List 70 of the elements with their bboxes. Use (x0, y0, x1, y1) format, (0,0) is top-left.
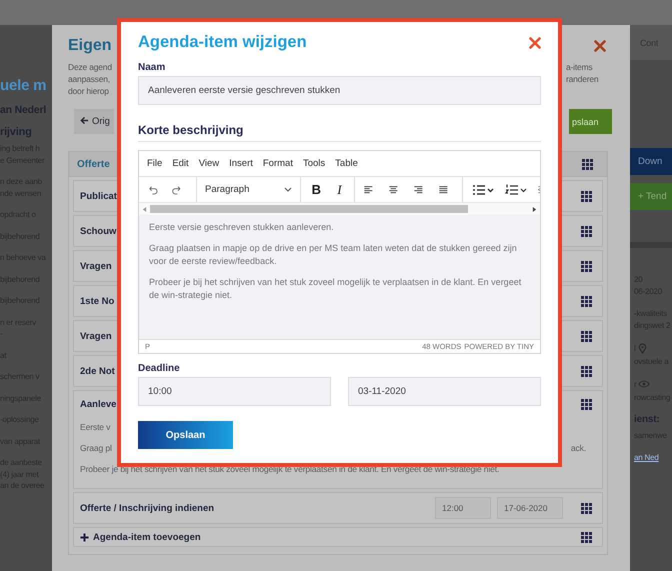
agenda-item-title: Vragen (80, 330, 112, 342)
eye-icon (638, 380, 650, 388)
block-format-dropdown[interactable]: Paragraph (205, 184, 292, 195)
close-icon[interactable] (529, 36, 541, 48)
grid-icon[interactable] (581, 260, 592, 272)
section-heading: Korte beschrijving (138, 123, 244, 137)
body-text: - (0, 328, 4, 340)
pin-icon (638, 342, 647, 354)
paragraph: Eerste versie geschreven stukken aanleveren. (149, 221, 335, 234)
agenda-item-title: 2de Not (80, 366, 115, 376)
agenda-item-title: 1ste No (80, 296, 114, 306)
menu-item[interactable]: Edit (172, 158, 189, 169)
link[interactable]: an Ned (634, 452, 672, 464)
grid-icon[interactable] (581, 190, 592, 202)
page-title: uele m (0, 77, 48, 95)
description-text: door hierop (68, 85, 110, 97)
agenda-item-title: Publicat (80, 190, 117, 202)
description-text: Eerste v (80, 421, 110, 434)
menu-item[interactable]: Insert (229, 158, 253, 169)
dialog-title: Eigen (68, 37, 112, 55)
horizontal-scrollbar[interactable] (139, 203, 540, 215)
agenda-item[interactable]: Offerte / Inschrijving indienen 12:00 17-06-2020 (73, 492, 603, 524)
add-agenda-item-link[interactable]: Agenda-item toevoegen (93, 532, 201, 542)
numbered-list-icon[interactable] (504, 182, 528, 198)
date-field[interactable]: 03-11-2020 (348, 377, 541, 406)
arrow-left-icon (80, 116, 89, 125)
save-button[interactable]: Opslaan (138, 421, 233, 449)
scroll-right-icon[interactable] (532, 206, 537, 212)
paragraph: Graag plaatsen in mapje op de drive en per MS team laten weten dat de stukken gereed zijn voor de eerste review/feedback. (149, 242, 518, 268)
time-field[interactable]: 10:00 (138, 377, 331, 406)
dialog-title: Agenda-item wijzigen (138, 33, 307, 52)
italic-button[interactable]: I (332, 182, 346, 198)
description-text: ack. (570, 442, 586, 455)
menu-item[interactable]: Tools (302, 158, 326, 169)
grid-icon[interactable] (581, 398, 592, 410)
menu-item[interactable]: View (198, 158, 220, 169)
paragraph: Probeer je bij het schrijven van het stuk zoveel mogelijk te verplaatsen in de klant. En vergeet de win-strategie niet. (149, 276, 522, 302)
agenda-item-title: Vragen (80, 260, 112, 272)
grid-icon[interactable] (582, 158, 593, 170)
panel-title: Offerte (77, 158, 110, 170)
name-field[interactable]: Aanleveren eerste versie geschreven stukken (138, 76, 541, 105)
grid-icon[interactable] (581, 532, 592, 542)
time-field[interactable]: 12:00 (435, 497, 491, 519)
description-text: randeren (566, 73, 600, 85)
close-icon[interactable] (594, 40, 606, 52)
menu-item[interactable]: Table (335, 158, 358, 169)
menu-item[interactable]: Format (262, 158, 293, 169)
plus-icon[interactable] (80, 532, 89, 542)
agenda-item-title: Aanleve (80, 398, 116, 410)
chevron-down-icon (284, 187, 292, 192)
grid-icon[interactable] (581, 226, 592, 236)
agenda-item-title: Offerte / Inschrijving indienen (80, 502, 214, 514)
grid-icon[interactable] (581, 296, 592, 306)
bold-button[interactable]: B (309, 182, 324, 197)
description-text: aanpassen, (68, 73, 111, 85)
date-field[interactable]: 17-06-2020 (497, 497, 563, 519)
menu-item[interactable]: File (147, 158, 162, 169)
grid-icon[interactable] (581, 366, 592, 376)
download-button[interactable]: Down (630, 148, 672, 175)
grid-icon[interactable] (581, 330, 592, 342)
description-text: Deze agend (68, 61, 112, 73)
description-text: a-items (566, 61, 594, 73)
scroll-left-icon[interactable] (142, 206, 147, 212)
description-text: Graag pl (80, 442, 112, 455)
field-label: Deadline (138, 363, 181, 374)
grid-icon[interactable] (581, 502, 592, 514)
back-button[interactable]: Orig (74, 109, 114, 134)
agenda-item-title: Schouw (80, 226, 116, 236)
save-button[interactable]: pslaan (569, 109, 612, 134)
field-label: Naam (138, 62, 166, 73)
